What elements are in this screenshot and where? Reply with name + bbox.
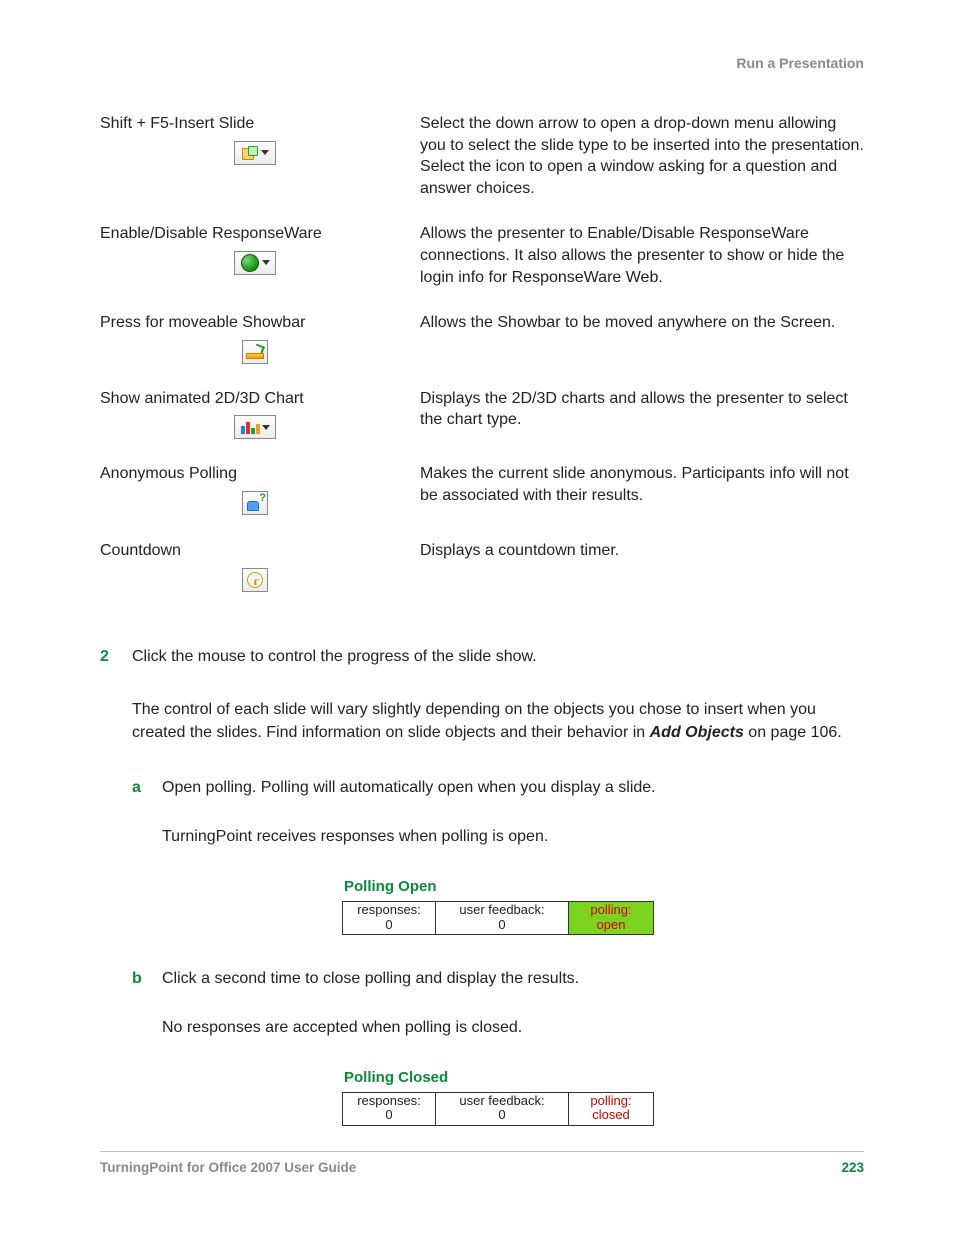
showbar-button-icon	[242, 340, 268, 364]
substep-text: Open polling. Polling will automatically…	[162, 776, 656, 799]
substep-text: Click a second time to close polling and…	[162, 967, 579, 990]
cross-reference: Add Objects	[650, 724, 744, 741]
polling-status-cell: polling: closed	[569, 1093, 653, 1125]
substep-a: a Open polling. Polling will automatical…	[132, 776, 864, 848]
row-description: Allows the Showbar to be moved anywhere …	[420, 312, 864, 388]
table-row: Press for moveable Showbar Allows the Sh…	[100, 312, 864, 388]
chevron-down-icon	[262, 260, 270, 265]
footer-title: TurningPoint for Office 2007 User Guide	[100, 1160, 356, 1175]
row-label: Anonymous Polling	[100, 463, 410, 485]
polling-open-title: Polling Open	[342, 876, 654, 898]
row-label: Enable/Disable ResponseWare	[100, 223, 410, 245]
showbar-icon	[246, 345, 264, 359]
responseware-button-icon	[234, 251, 276, 275]
bar-chart-icon	[241, 420, 259, 434]
anonymous-icon	[247, 495, 263, 511]
insert-slide-button-icon	[234, 141, 276, 165]
table-row: Countdown Displays a countdown timer.	[100, 540, 864, 617]
step-number: 2	[100, 645, 114, 1126]
polling-status-cell: polling: open	[569, 902, 653, 934]
row-description: Allows the presenter to Enable/Disable R…	[420, 223, 864, 312]
page-footer: TurningPoint for Office 2007 User Guide …	[0, 1151, 954, 1175]
row-description: Displays a countdown timer.	[420, 540, 864, 617]
row-label: Shift + F5-Insert Slide	[100, 113, 410, 135]
responses-cell: responses: 0	[343, 1093, 436, 1125]
table-row: Anonymous Polling Makes the current slid…	[100, 463, 864, 540]
toolbar-reference-table: Shift + F5-Insert Slide Select the down …	[100, 113, 864, 617]
polling-open-bar: responses: 0 user feedback: 0 polling: o…	[342, 901, 654, 935]
substep-letter: b	[132, 967, 146, 1039]
polling-closed-bar: responses: 0 user feedback: 0 polling: c…	[342, 1092, 654, 1126]
row-description: Makes the current slide anonymous. Parti…	[420, 463, 864, 540]
responses-cell: responses: 0	[343, 902, 436, 934]
substep-follow: No responses are accepted when polling i…	[162, 1016, 579, 1039]
clock-icon	[247, 572, 263, 588]
row-description: Displays the 2D/3D charts and allows the…	[420, 388, 864, 464]
table-row: Show animated 2D/3D Chart Displays the 2…	[100, 388, 864, 464]
substep-follow: TurningPoint receives responses when pol…	[162, 825, 656, 848]
chevron-down-icon	[261, 150, 269, 155]
insert-slide-icon	[242, 146, 258, 160]
globe-icon	[241, 254, 259, 272]
polling-open-figure: Polling Open responses: 0 user feedback:…	[132, 876, 864, 934]
chart-button-icon	[234, 415, 276, 439]
page-number: 223	[841, 1160, 864, 1175]
polling-closed-title: Polling Closed	[342, 1067, 654, 1089]
chevron-down-icon	[262, 425, 270, 430]
row-label: Press for moveable Showbar	[100, 312, 410, 334]
userfeedback-cell: user feedback: 0	[436, 1093, 569, 1125]
table-row: Enable/Disable ResponseWare Allows the p…	[100, 223, 864, 312]
countdown-button-icon	[242, 568, 268, 592]
row-label: Show animated 2D/3D Chart	[100, 388, 410, 410]
substep-letter: a	[132, 776, 146, 848]
row-label: Countdown	[100, 540, 410, 562]
step-text: Click the mouse to control the progress …	[132, 645, 864, 668]
anonymous-button-icon	[242, 491, 268, 515]
userfeedback-cell: user feedback: 0	[436, 902, 569, 934]
row-description: Select the down arrow to open a drop-dow…	[420, 113, 864, 223]
step-2: 2 Click the mouse to control the progres…	[100, 645, 864, 1126]
substep-b: b Click a second time to close polling a…	[132, 967, 864, 1039]
document-page: Run a Presentation Shift + F5-Insert Sli…	[0, 0, 954, 1235]
table-row: Shift + F5-Insert Slide Select the down …	[100, 113, 864, 223]
polling-closed-figure: Polling Closed responses: 0 user feedbac…	[132, 1067, 864, 1125]
page-header: Run a Presentation	[100, 55, 864, 71]
step-paragraph: The control of each slide will vary slig…	[132, 698, 864, 744]
